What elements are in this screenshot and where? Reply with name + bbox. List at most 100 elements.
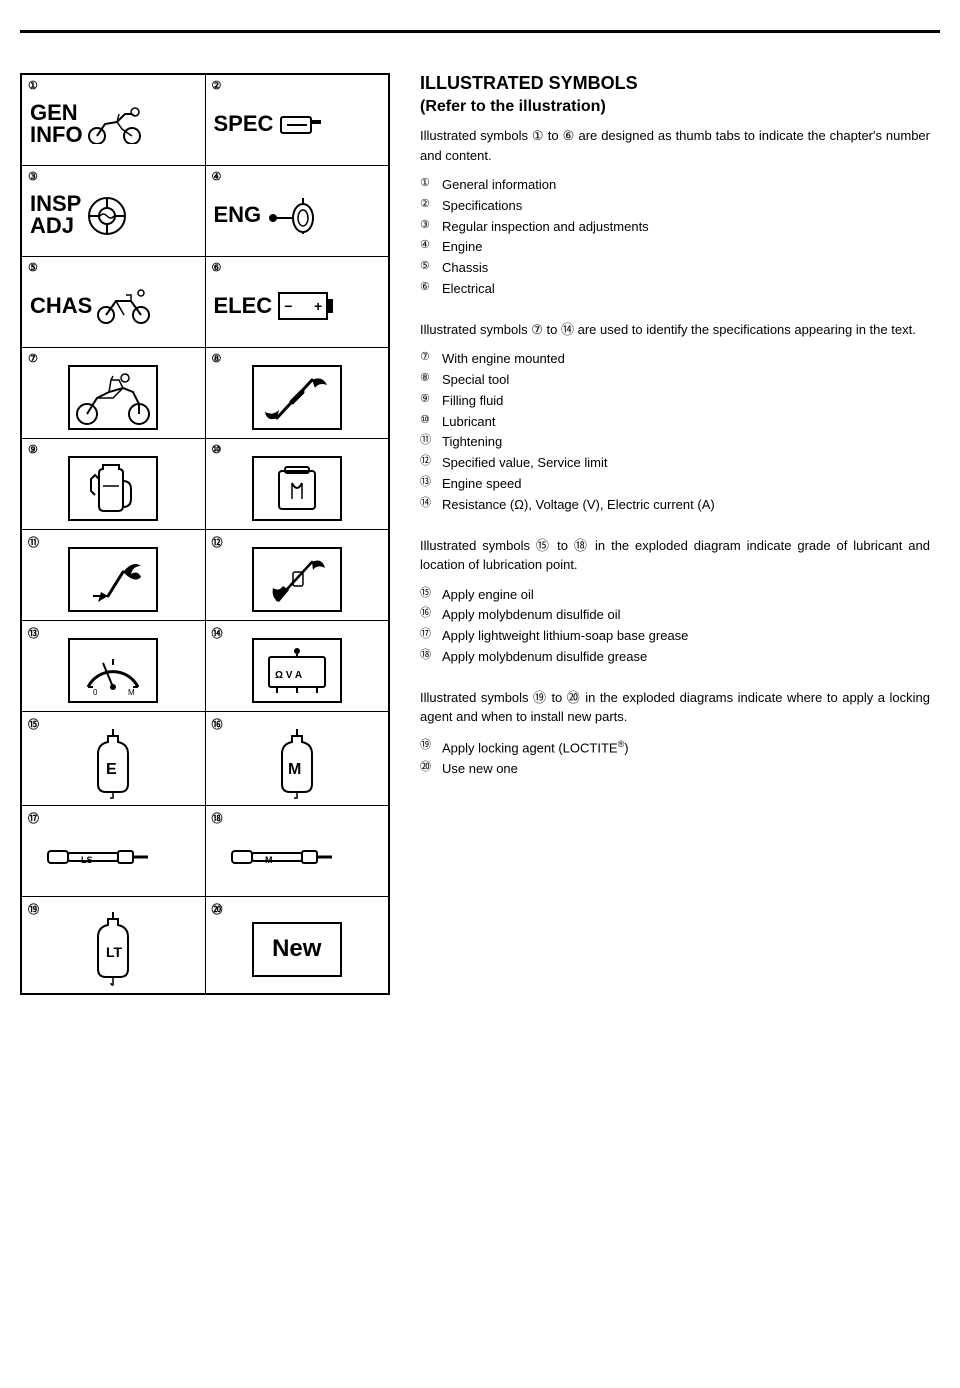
svg-text:Ω V A: Ω V A bbox=[275, 670, 302, 681]
text-panel: ILLUSTRATED SYMBOLS (Refer to the illust… bbox=[410, 73, 940, 800]
grid-row-3: ⑤ CHAS ⑥ ELEC bbox=[22, 257, 388, 348]
list-item: ⑬Engine speed bbox=[420, 474, 930, 495]
spec-label: SPEC bbox=[214, 113, 274, 135]
list-item: ⑨Filling fluid bbox=[420, 391, 930, 412]
list-item: ③Regular inspection and adjustments bbox=[420, 217, 930, 238]
cell-eng: ④ ENG bbox=[206, 166, 389, 256]
list-item: ⑪Tightening bbox=[420, 432, 930, 453]
svg-text:LS: LS bbox=[81, 855, 93, 865]
list-item: ⑦With engine mounted bbox=[420, 349, 930, 370]
list-item: ⑧Special tool bbox=[420, 370, 930, 391]
list-item: ⑯Apply molybdenum disulfide oil bbox=[420, 605, 930, 626]
svg-text:LT: LT bbox=[106, 944, 123, 960]
grid-row-10: ⑲ LT ⑳ New bbox=[22, 897, 388, 993]
tightening-icon bbox=[73, 552, 153, 607]
cell-num-16: ⑯ bbox=[212, 716, 223, 732]
list-item: ⑤Chassis bbox=[420, 258, 930, 279]
cell-insp-adj: ③ INSPADJ bbox=[22, 166, 206, 256]
lubricant-icon bbox=[257, 461, 337, 516]
list-item: ④Engine bbox=[420, 237, 930, 258]
grease-gun-ls-icon: LS bbox=[43, 831, 183, 881]
elec-label: ELEC bbox=[214, 295, 273, 317]
cell-num-12: ⑫ bbox=[212, 534, 223, 550]
cell-17: ⑰ LS bbox=[22, 806, 206, 896]
svg-text:M: M bbox=[265, 855, 273, 865]
cell-num-14: ⑭ bbox=[212, 625, 223, 641]
spec-value-icon bbox=[257, 552, 337, 607]
cell-8: ⑧ bbox=[206, 348, 389, 438]
gen-info-label: GENINFO bbox=[30, 102, 83, 146]
eng-label: ENG bbox=[214, 204, 262, 226]
cell-num-9: ⑨ bbox=[28, 443, 38, 456]
list-item: ⑭Resistance (Ω), Voltage (V), Electric c… bbox=[420, 495, 930, 516]
cell-gen-info: ① GENINFO bbox=[22, 75, 206, 165]
list-item: ⑰Apply lightweight lithium-soap base gre… bbox=[420, 626, 930, 647]
moly-oil-icon: M bbox=[262, 724, 332, 799]
list-item: ⑩Lubricant bbox=[420, 412, 930, 433]
cell-num-17: ⑰ bbox=[28, 810, 39, 826]
cell-14: ⑭ Ω V A bbox=[206, 621, 389, 711]
cell-num-15: ⑮ bbox=[28, 716, 39, 732]
symbol-box-12 bbox=[252, 547, 342, 612]
wrench-icon bbox=[279, 107, 324, 142]
list-item: ⑥Electrical bbox=[420, 279, 930, 300]
loctite-icon: LT bbox=[78, 907, 148, 987]
grid-row-4: ⑦ ⑧ bbox=[22, 348, 388, 439]
new-box: New bbox=[252, 922, 342, 977]
engine-speed-icon: 0 M bbox=[73, 643, 153, 698]
cell-spec: ② SPEC bbox=[206, 75, 389, 165]
list-1: ①General information ②Specifications ③Re… bbox=[420, 175, 930, 300]
list-4: ⑲Apply locking agent (LOCTITE®) ⑳Use new… bbox=[420, 737, 930, 780]
list-2: ⑦With engine mounted ⑧Special tool ⑨Fill… bbox=[420, 349, 930, 515]
cell-11: ⑪ bbox=[22, 530, 206, 620]
svg-text:M: M bbox=[128, 688, 135, 697]
cell-num-19: ⑲ bbox=[28, 901, 39, 917]
cell-num-5: ⑤ bbox=[28, 261, 38, 274]
battery-body: − + bbox=[278, 292, 328, 320]
grid-row-5: ⑨ ⑩ bbox=[22, 439, 388, 530]
intro-3: Illustrated symbols ⑮ to ⑱ in the explod… bbox=[420, 536, 930, 575]
svg-text:E: E bbox=[106, 761, 117, 778]
symbol-grid: ① GENINFO ② SPEC bbox=[20, 73, 390, 995]
grid-row-2: ③ INSPADJ ④ ENG bbox=[22, 166, 388, 257]
cell-num-8: ⑧ bbox=[212, 352, 222, 365]
section-subtitle: (Refer to the illustration) bbox=[420, 98, 930, 116]
cell-num-13: ⑬ bbox=[28, 625, 39, 641]
cell-12: ⑫ bbox=[206, 530, 389, 620]
cell-20: ⑳ New bbox=[206, 897, 389, 993]
cell-19: ⑲ LT bbox=[22, 897, 206, 993]
cell-7: ⑦ bbox=[22, 348, 206, 438]
cell-16: ⑯ M bbox=[206, 712, 389, 805]
motorcycle-icon-1 bbox=[87, 104, 142, 144]
cell-num-18: ⑱ bbox=[212, 810, 223, 826]
cell-num-7: ⑦ bbox=[28, 352, 38, 365]
cell-num-4: ④ bbox=[212, 170, 222, 183]
cell-num-11: ⑪ bbox=[28, 534, 39, 550]
special-tool-icon bbox=[257, 370, 337, 425]
list-item: ①General information bbox=[420, 175, 930, 196]
grid-row-7: ⑬ 0 M ⑭ bbox=[22, 621, 388, 712]
grid-row-1: ① GENINFO ② SPEC bbox=[22, 75, 388, 166]
engine-oil-icon: E bbox=[78, 724, 148, 799]
cell-15: ⑮ E bbox=[22, 712, 206, 805]
insp-adj-label: INSPADJ bbox=[30, 193, 81, 237]
list-item: ⑫Specified value, Service limit bbox=[420, 453, 930, 474]
list-item: ⑮Apply engine oil bbox=[420, 585, 930, 606]
cell-num-1: ① bbox=[28, 79, 38, 92]
svg-text:M: M bbox=[288, 761, 301, 778]
intro-4: Illustrated symbols ⑲ to ⑳ in the explod… bbox=[420, 688, 930, 727]
section-title: ILLUSTRATED SYMBOLS bbox=[420, 73, 930, 94]
cell-13: ⑬ 0 M bbox=[22, 621, 206, 711]
intro-2: Illustrated symbols ⑦ to ⑭ are used to i… bbox=[420, 320, 930, 340]
list-item: ⑲Apply locking agent (LOCTITE®) bbox=[420, 737, 930, 759]
cell-chas: ⑤ CHAS bbox=[22, 257, 206, 347]
symbol-box-7 bbox=[68, 365, 158, 430]
symbol-box-9 bbox=[68, 456, 158, 521]
engine-icon bbox=[265, 196, 315, 234]
symbol-box-10 bbox=[252, 456, 342, 521]
grease-gun-m-icon: M bbox=[227, 831, 367, 881]
chas-label: CHAS bbox=[30, 295, 92, 317]
grid-row-9: ⑰ LS ⑱ M bbox=[22, 806, 388, 897]
battery-tip bbox=[328, 299, 333, 313]
list-item: ②Specifications bbox=[420, 196, 930, 217]
